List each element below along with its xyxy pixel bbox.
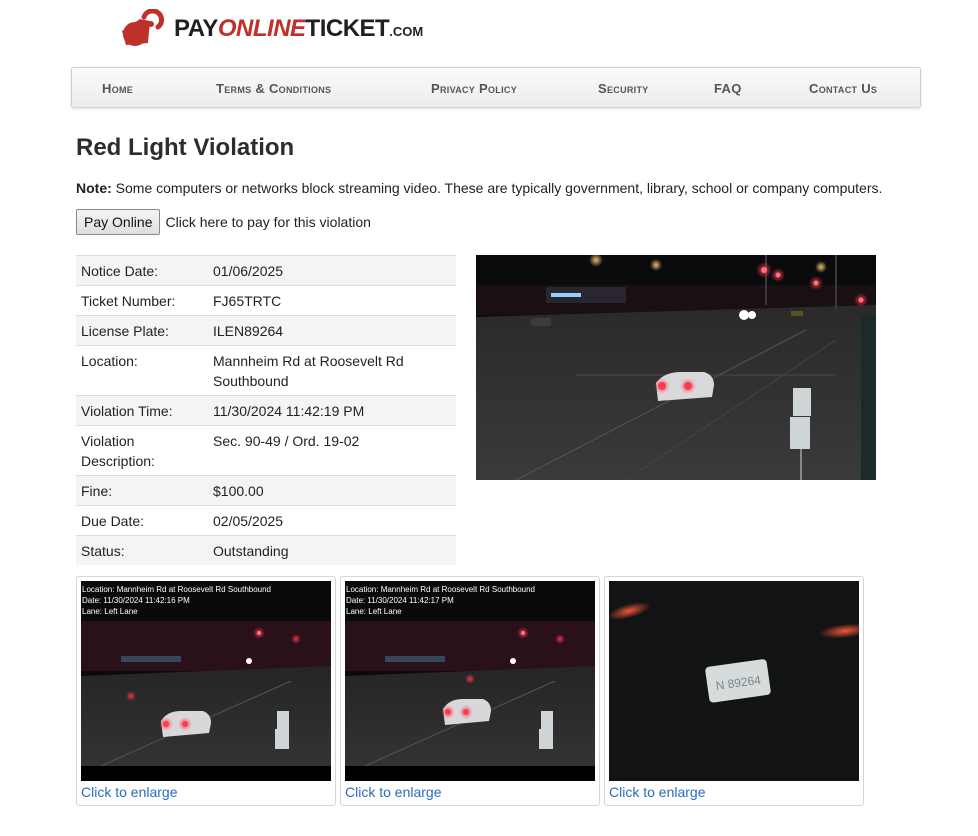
overlay-date: Date: 11/30/2024 11:42:16 PM [82,596,190,605]
evidence-thumbnail-1: Location: Mannheim Rd at Roosevelt Rd So… [76,576,336,806]
table-row: Violation Description: Sec. 90-49 / Ord. … [76,425,456,476]
pay-row: Pay Online Click here to pay for this vi… [76,209,371,235]
violation-details-table: Notice Date: 01/06/2025 Ticket Number: FJ6… [76,255,456,565]
pay-instructions: Click here to pay for this violation [165,214,371,230]
page-title: Red Light Violation [76,134,295,161]
ticket-lock-icon [122,9,164,46]
table-row: Notice Date: 01/06/2025 [76,255,456,286]
nav-contact-us[interactable]: Contact Us [809,68,877,107]
detail-label: Violation Description: [76,425,208,476]
night-intersection-image [476,253,876,481]
detail-label: Violation Time: [76,395,208,426]
table-row: Location: Mannheim Rd at Roosevelt Rd Sou… [76,345,456,396]
detail-label: Notice Date: [76,255,208,286]
thumbnail-image[interactable]: N 89264 [609,581,859,781]
enlarge-link[interactable]: Click to enlarge [609,784,706,800]
overlay-date: Date: 11/30/2024 11:42:17 PM [346,596,454,605]
overlay-location: Location: Mannheim Rd at Roosevelt Rd So… [82,585,272,594]
detail-label: Status: [76,535,208,565]
detail-value: Mannheim Rd at Roosevelt Rd Southbound [208,345,456,396]
table-row: Violation Time: 11/30/2024 11:42:19 PM [76,395,456,426]
detail-value: 11/30/2024 11:42:19 PM [208,395,456,426]
nav-privacy-policy[interactable]: Privacy Policy [431,68,517,107]
detail-value: FJ65TRTC [208,285,456,316]
detail-label: Ticket Number: [76,285,208,316]
thumbnail-image[interactable]: Location: Mannheim Rd at Roosevelt Rd So… [345,581,595,781]
detail-value: Sec. 90-49 / Ord. 19-02 [208,425,456,476]
detail-label: Location: [76,345,208,396]
evidence-thumbnail-2: Location: Mannheim Rd at Roosevelt Rd So… [340,576,600,806]
nav-home[interactable]: Home [102,68,133,107]
detail-label: License Plate: [76,315,208,346]
nav-faq[interactable]: FAQ [714,68,742,107]
license-plate-closeup-image: N 89264 [609,581,859,781]
overlay-lane: Lane: Left Lane [346,607,402,616]
note-label: Note: [76,180,112,196]
thumbnail-image[interactable]: Location: Mannheim Rd at Roosevelt Rd So… [81,581,331,781]
camera-data-overlay: Location: Mannheim Rd at Roosevelt Rd So… [346,584,535,617]
logo-wordmark: PAYONLINETICKET.COM [174,15,424,42]
table-row: Due Date: 02/05/2025 [76,505,456,536]
note-text: Some computers or networks block streami… [111,180,883,196]
nav-security[interactable]: Security [598,68,649,107]
table-row: License Plate: ILEN89264 [76,315,456,346]
pay-online-button[interactable]: Pay Online [76,209,161,235]
overlay-lane: Lane: Left Lane [82,607,138,616]
detail-label: Fine: [76,475,208,506]
nav-terms-conditions[interactable]: Terms & Conditions [216,68,331,107]
detail-value: 01/06/2025 [208,255,456,286]
main-nav: Home Terms & Conditions Privacy Policy S… [71,67,921,108]
detail-label: Due Date: [76,505,208,536]
enlarge-link[interactable]: Click to enlarge [345,784,442,800]
detail-value: $100.00 [208,475,456,506]
table-row: Ticket Number: FJ65TRTC [76,285,456,316]
detail-value: 02/05/2025 [208,505,456,536]
enlarge-link[interactable]: Click to enlarge [81,784,178,800]
overlay-location: Location: Mannheim Rd at Roosevelt Rd So… [346,585,536,594]
violation-photo[interactable] [476,253,876,481]
camera-data-overlay: Location: Mannheim Rd at Roosevelt Rd So… [82,584,271,617]
detail-value: ILEN89264 [208,315,456,346]
streaming-note: Note: Some computers or networks block s… [76,180,882,196]
table-row: Status: Outstanding [76,535,456,565]
table-row: Fine: $100.00 [76,475,456,506]
site-logo[interactable]: PAYONLINETICKET.COM [118,8,423,50]
evidence-thumbnail-3: N 89264 Click to enlarge [604,576,864,806]
detail-value: Outstanding [208,535,456,565]
